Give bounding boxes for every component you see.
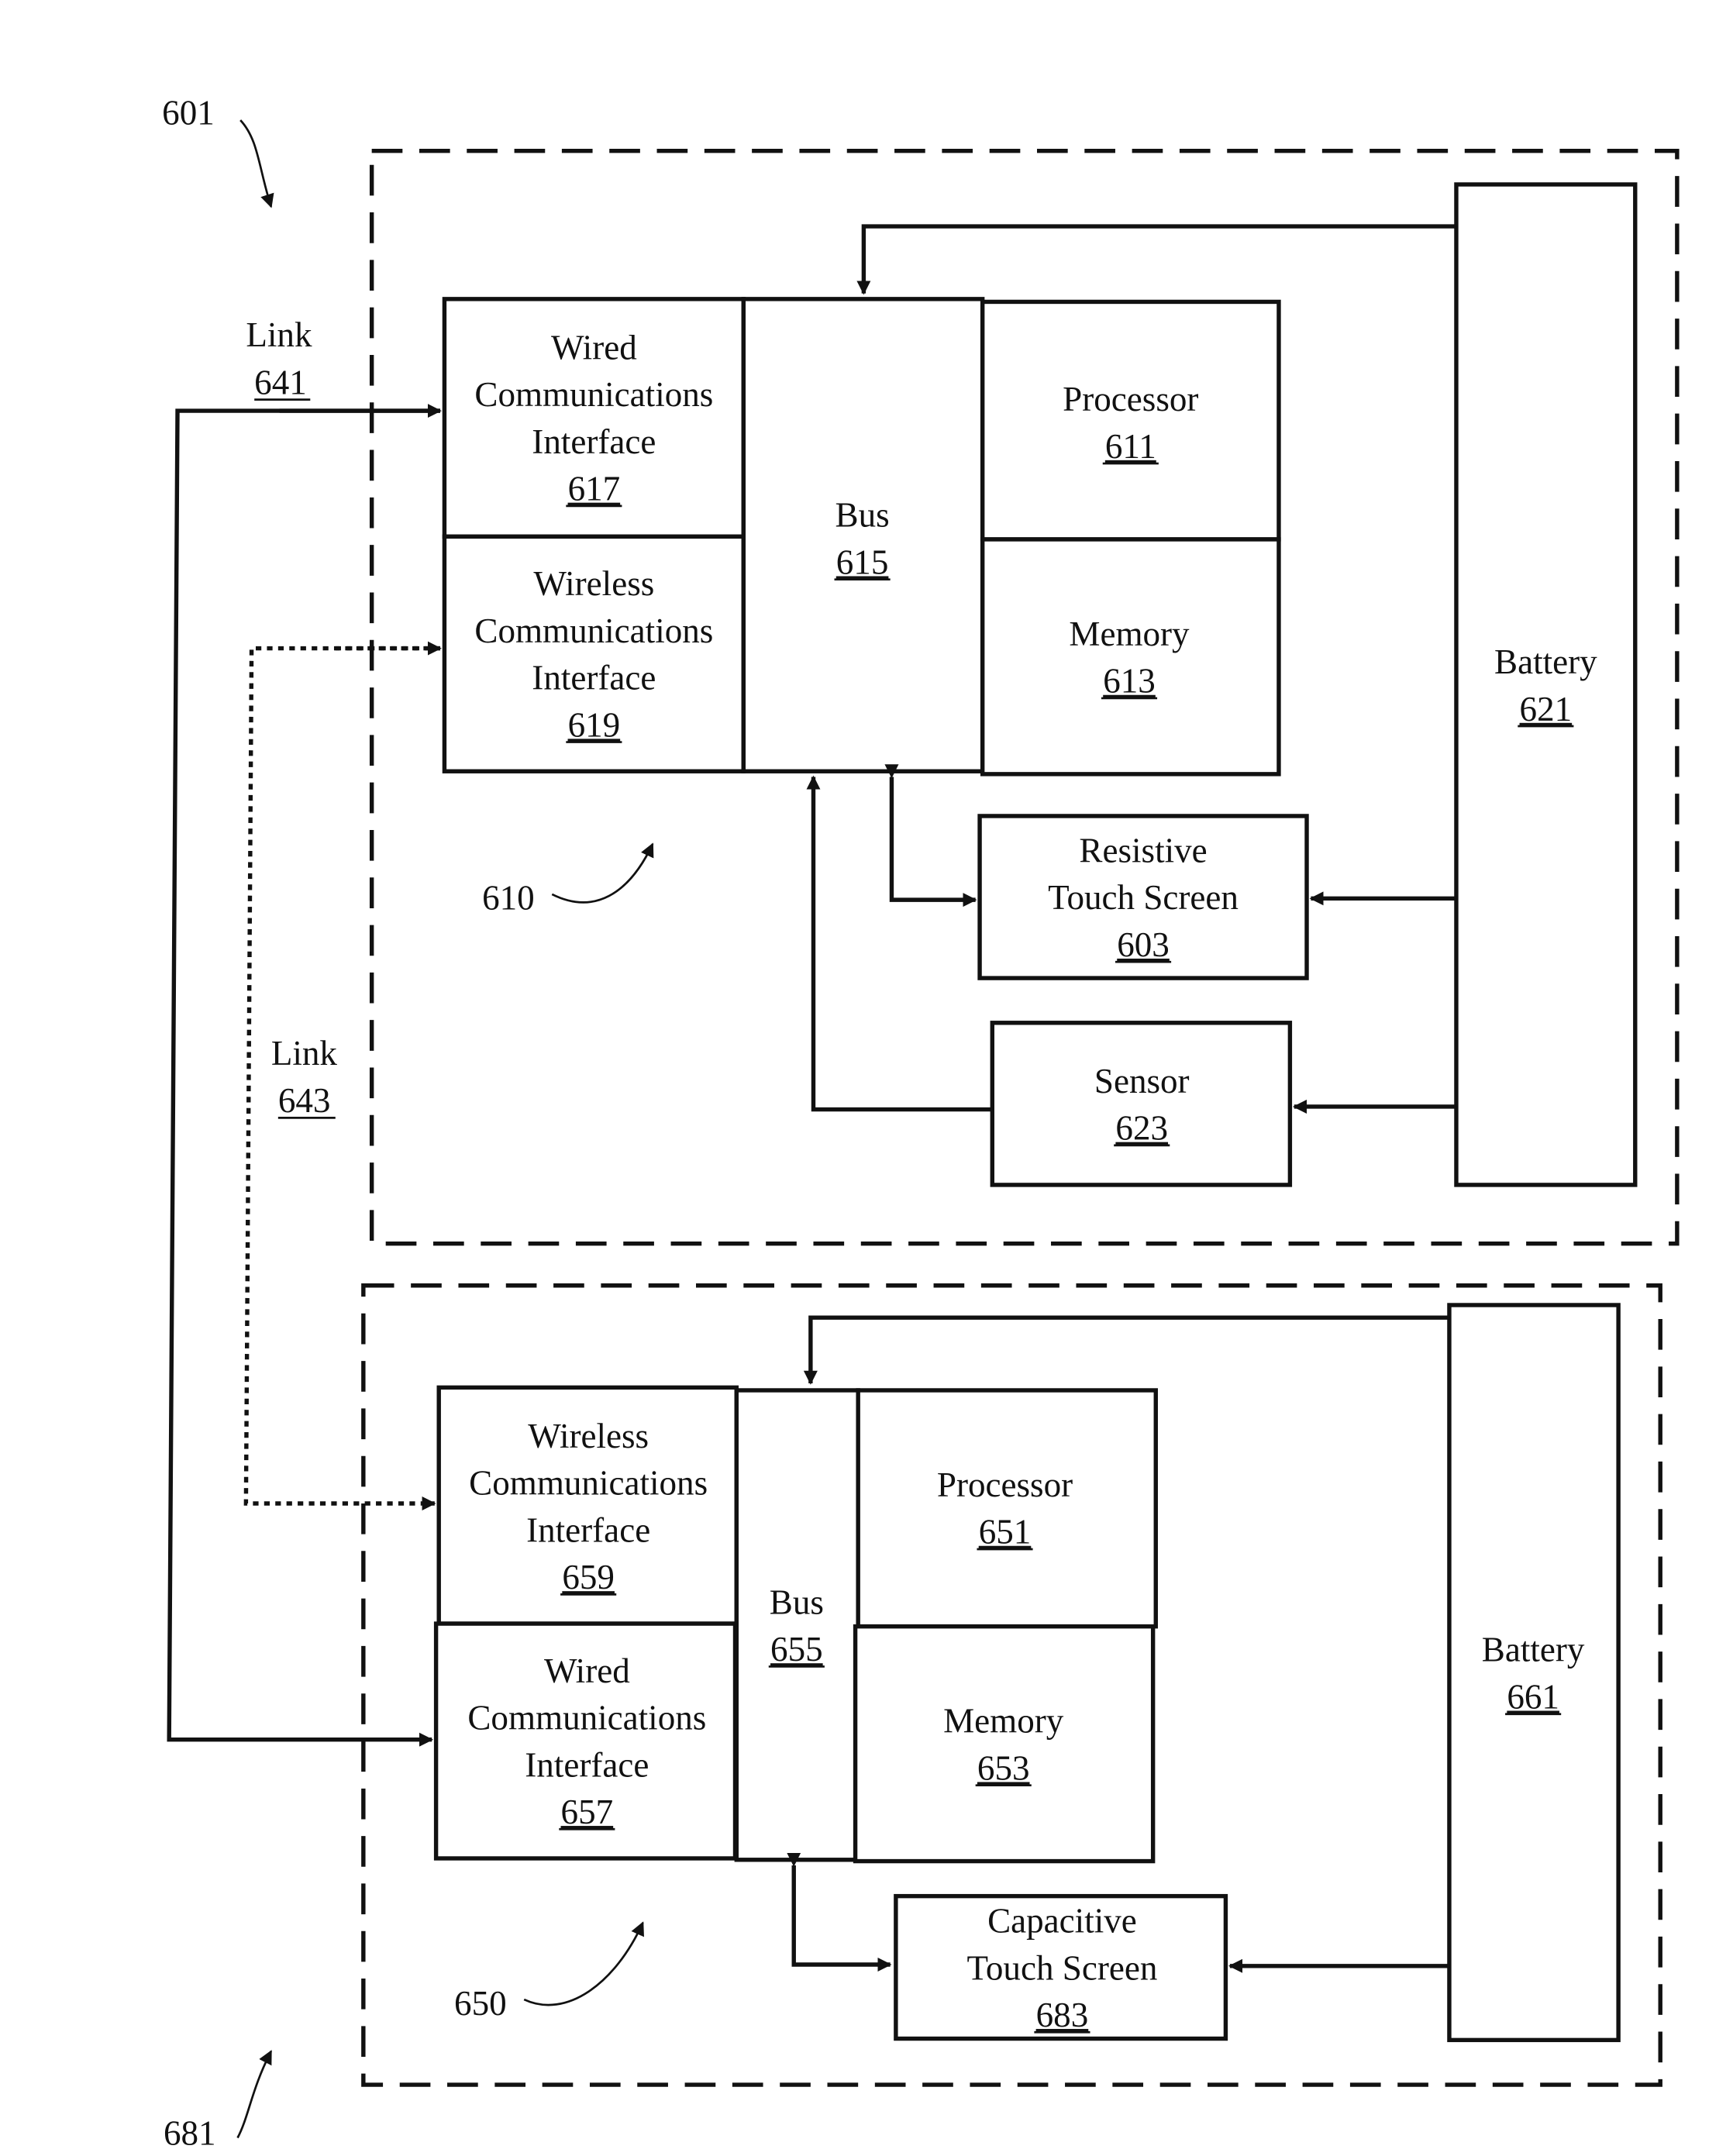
device-bottom-processor-ref-number: 651 bbox=[979, 1513, 1032, 1552]
memory-653 bbox=[853, 1624, 1156, 1864]
ref-610-label: 610 bbox=[482, 879, 535, 918]
sensor-to-bus-arrow bbox=[806, 775, 993, 1112]
link-643-number: 643 bbox=[278, 1081, 331, 1120]
device-top-bus-ref-number: 615 bbox=[836, 542, 889, 581]
device-top-memory-label-line: Memory bbox=[1069, 615, 1190, 653]
device-top-wireless-if-label-line: Communications bbox=[474, 611, 713, 650]
bus-touch-arrow-bottom bbox=[787, 1852, 892, 1972]
device-bottom-battery-label-line: Battery bbox=[1482, 1631, 1585, 1669]
device-610: 610 bbox=[369, 149, 1680, 1246]
ref-601-label: 601 bbox=[162, 93, 215, 132]
device-bottom-touch-label-line: Touch Screen bbox=[967, 1948, 1158, 1987]
ref-681-leader bbox=[236, 2050, 273, 2139]
device-top-processor-label-line: Processor bbox=[1063, 380, 1198, 418]
link-643-label: Link bbox=[271, 1034, 338, 1073]
device-top-wired-if-label-line: Interface bbox=[532, 422, 656, 461]
bus-touch-arrow bbox=[884, 764, 977, 908]
processor-651 bbox=[856, 1388, 1158, 1629]
device-top-processor-ref-number: 611 bbox=[1105, 427, 1156, 466]
device-bottom-wired-if-ref-number: 657 bbox=[561, 1793, 614, 1831]
sensor-623 bbox=[990, 1021, 1293, 1187]
bus-655 bbox=[734, 1388, 860, 1862]
device-bottom-wired-if-label-line: Communications bbox=[467, 1699, 706, 1738]
device-top-sensor-ref-number: 623 bbox=[1115, 1109, 1168, 1148]
battery-661 bbox=[1447, 1303, 1621, 2043]
device-top-wired-if-ref-number: 617 bbox=[568, 470, 621, 508]
device-top-wired-if-label-line: Wired bbox=[551, 328, 637, 367]
device-bottom-wireless-if-ref-number: 659 bbox=[562, 1558, 615, 1596]
bus-615 bbox=[741, 297, 985, 773]
ref-650-label: 650 bbox=[454, 1984, 507, 2023]
battery-621 bbox=[1454, 182, 1638, 1187]
device-top-touch-label-line: Resistive bbox=[1079, 831, 1207, 870]
device-top-sensor-label-line: Sensor bbox=[1094, 1062, 1190, 1100]
battery-to-bus-arrow-bottom bbox=[803, 1315, 1449, 1385]
device-bottom-wired-if-label-line: Wired bbox=[544, 1651, 630, 1690]
device-bottom-wireless-if-label-line: Interface bbox=[526, 1510, 650, 1549]
device-top-touch-ref-number: 603 bbox=[1117, 925, 1170, 964]
device-bottom-wired-if-label-line: Interface bbox=[525, 1745, 649, 1784]
device-top-memory-ref-number: 613 bbox=[1103, 662, 1156, 701]
battery-to-bus-arrow bbox=[856, 224, 1456, 295]
device-top-wired-if-label-line: Communications bbox=[474, 375, 713, 414]
ref-610-leader bbox=[551, 842, 654, 904]
device-bottom-bus-ref-number: 655 bbox=[770, 1630, 823, 1669]
device-bottom-bus-label-line: Bus bbox=[770, 1583, 824, 1621]
ref-681-label: 681 bbox=[164, 2114, 216, 2153]
device-bottom-wireless-if-label-line: Wireless bbox=[528, 1417, 649, 1455]
patent-figure: 610 650 Link 641 Link 643 601 681 Wired C… bbox=[162, 93, 1680, 2153]
device-top-battery-ref-number: 621 bbox=[1520, 690, 1573, 728]
device-bottom-memory-label-line: Memory bbox=[943, 1702, 1064, 1741]
link-641-line bbox=[167, 408, 441, 1747]
device-top-wireless-if-ref-number: 619 bbox=[568, 705, 621, 744]
ref-601-leader bbox=[239, 119, 274, 208]
device-bottom-processor-label-line: Processor bbox=[937, 1465, 1073, 1504]
device-top-bus-label-line: Bus bbox=[835, 496, 890, 535]
link-641-number: 641 bbox=[254, 363, 307, 401]
device-bottom-battery-ref-number: 661 bbox=[1507, 1678, 1559, 1717]
ref-650-leader bbox=[523, 1921, 644, 2006]
device-bottom-wireless-if-label-line: Communications bbox=[469, 1464, 708, 1503]
device-top-wireless-if-label-line: Interface bbox=[532, 659, 656, 697]
device-top-wireless-if-label-line: Wireless bbox=[533, 564, 654, 603]
device-top-touch-label-line: Touch Screen bbox=[1048, 878, 1239, 917]
link-641-label: Link bbox=[246, 315, 312, 354]
device-bottom-touch-label-line: Capacitive bbox=[987, 1902, 1137, 1941]
memory-613 bbox=[980, 537, 1281, 777]
device-top-battery-label-line: Battery bbox=[1494, 642, 1597, 681]
link-643-line bbox=[243, 646, 441, 1511]
device-bottom-memory-ref-number: 653 bbox=[977, 1748, 1030, 1787]
device-bottom-touch-ref-number: 683 bbox=[1036, 1996, 1089, 2034]
processor-611 bbox=[980, 299, 1281, 542]
